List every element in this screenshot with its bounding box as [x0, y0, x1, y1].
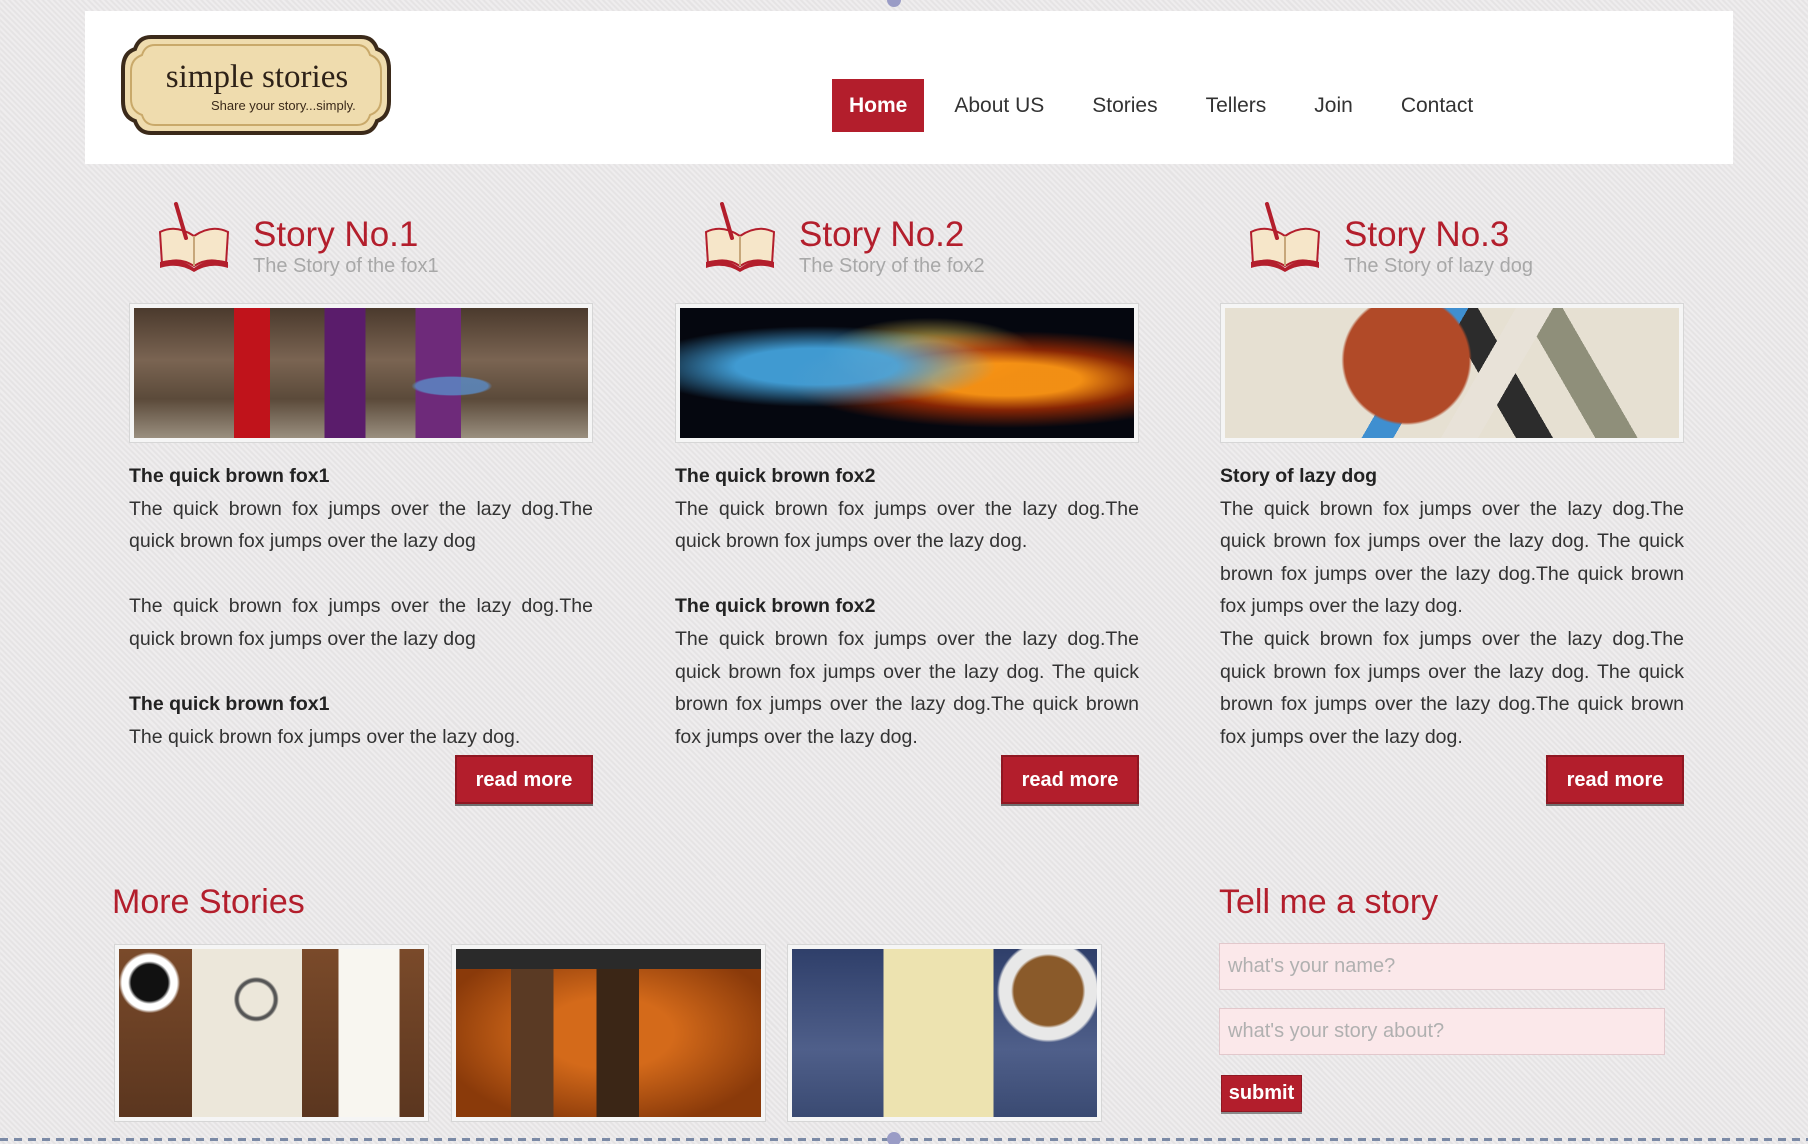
more-story-thumb[interactable] — [787, 944, 1102, 1122]
canvas-handle-top[interactable] — [887, 0, 901, 7]
story-paragraph: The quick brown fox jumps over the lazy … — [675, 497, 1139, 553]
leather-desk-image-icon — [456, 949, 761, 1117]
story-text: Story of lazy dog The quick brown fox ju… — [1220, 460, 1684, 753]
story-heading: The quick brown fox2 — [675, 595, 876, 618]
story-subtitle: The Story of the fox2 — [799, 255, 985, 277]
nav-about-us[interactable]: About US — [930, 79, 1068, 132]
story-header: Story No.3 The Story of lazy dog — [1220, 190, 1688, 280]
story-card-3: Story No.3 The Story of lazy dog Story o… — [1220, 190, 1688, 804]
story-paragraph: The quick brown fox jumps over the lazy … — [1220, 497, 1684, 618]
open-book-icon — [1249, 202, 1321, 272]
more-story-thumb[interactable] — [114, 944, 429, 1122]
story-paragraph: The quick brown fox jumps over the lazy … — [675, 627, 1139, 748]
story-heading: The quick brown fox1 — [129, 693, 330, 716]
story-about-input[interactable] — [1219, 1008, 1665, 1055]
open-book-icon — [704, 202, 776, 272]
logo-tagline: Share your story...simply. — [211, 98, 356, 113]
story-paragraph: The quick brown fox jumps over the lazy … — [129, 725, 521, 748]
map-desk-image-icon — [119, 949, 424, 1117]
more-story-thumb[interactable] — [451, 944, 766, 1122]
canvas-handle-bottom[interactable] — [887, 1132, 901, 1144]
read-more-button[interactable]: read more — [1001, 755, 1139, 804]
story-heading: The quick brown fox2 — [675, 465, 876, 487]
logo-name: simple stories — [165, 59, 349, 95]
abstract-image-icon — [1225, 308, 1679, 438]
nav-join[interactable]: Join — [1290, 79, 1377, 132]
story-header: Story No.1 The Story of the fox1 — [129, 190, 597, 280]
story-card-2: Story No.2 The Story of the fox2 The qui… — [675, 190, 1143, 804]
sketchbook-image-icon — [792, 949, 1097, 1117]
name-input[interactable] — [1219, 943, 1665, 990]
site-header: simple stories Share your story...simply… — [85, 11, 1733, 164]
open-book-icon — [158, 202, 230, 272]
more-stories-title: More Stories — [112, 883, 305, 921]
story-paragraph: The quick brown fox jumps over the lazy … — [129, 595, 593, 650]
story-title[interactable]: Story No.2 — [799, 215, 964, 255]
site-logo[interactable]: simple stories Share your story...simply… — [121, 29, 391, 141]
story-image[interactable] — [675, 303, 1139, 443]
nav-tellers[interactable]: Tellers — [1182, 79, 1291, 132]
story-image[interactable] — [129, 303, 593, 443]
story-subtitle: The Story of lazy dog — [1344, 255, 1533, 277]
story-paragraph: The quick brown fox jumps over the lazy … — [1220, 627, 1684, 748]
story-heading: Story of lazy dog — [1220, 465, 1378, 487]
story-text: The quick brown fox1 The quick brown fox… — [129, 460, 593, 753]
story-image[interactable] — [1220, 303, 1684, 443]
nav-home[interactable]: Home — [832, 79, 925, 132]
nav-contact[interactable]: Contact — [1377, 79, 1497, 132]
story-title[interactable]: Story No.3 — [1344, 215, 1509, 255]
submit-button[interactable]: submit — [1221, 1075, 1302, 1112]
story-card-1: Story No.1 The Story of the fox1 The qui… — [129, 190, 597, 804]
story-paragraph: The quick brown fox jumps over the lazy … — [129, 497, 593, 553]
story-subtitle: The Story of the fox1 — [253, 255, 439, 277]
nav-stories[interactable]: Stories — [1068, 79, 1181, 132]
tell-story-title: Tell me a story — [1219, 883, 1439, 921]
canvas-bottom-border — [0, 1138, 1808, 1141]
main-nav: Home About US Stories Tellers Join Conta… — [832, 79, 1497, 132]
story-title[interactable]: Story No.1 — [253, 215, 418, 255]
space-image-icon — [680, 308, 1134, 438]
room-image-icon — [134, 308, 588, 438]
story-heading: The quick brown fox1 — [129, 465, 330, 487]
story-text: The quick brown fox2 The quick brown fox… — [675, 460, 1139, 753]
read-more-button[interactable]: read more — [455, 755, 593, 804]
read-more-button[interactable]: read more — [1546, 755, 1684, 804]
story-header: Story No.2 The Story of the fox2 — [675, 190, 1143, 280]
